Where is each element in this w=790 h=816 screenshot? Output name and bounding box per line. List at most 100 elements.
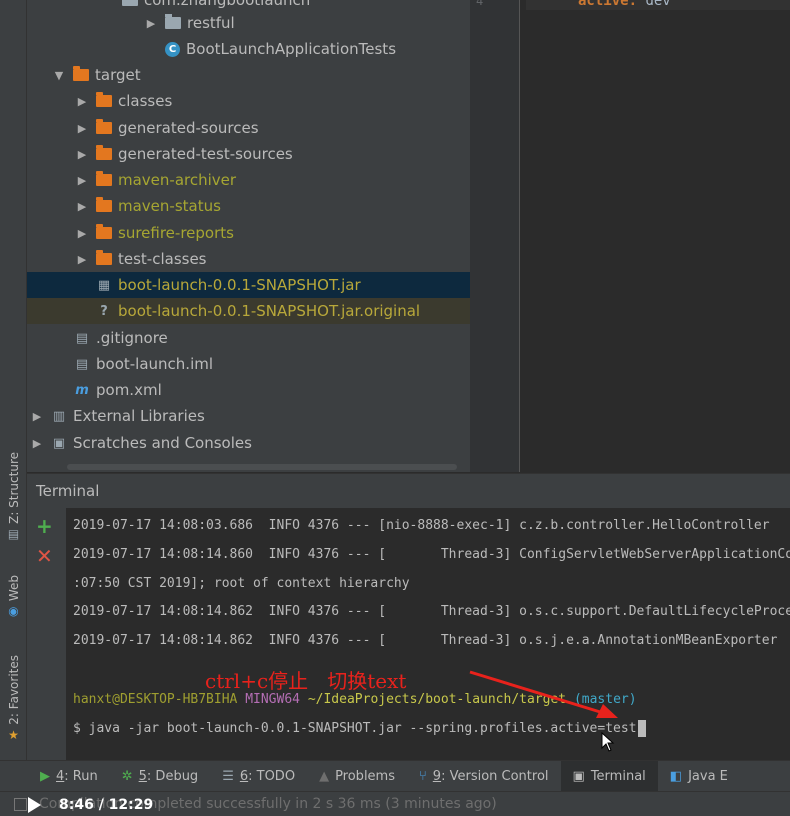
collapsed-arrow-icon[interactable]: ▶ <box>76 253 88 266</box>
bottom-tabs: ▶ 4: Run ✲ 5: Debug ☰ 6: TODO ▲ Problems ⑂ 9: Ver… <box>0 760 740 792</box>
tree-row-label: generated-sources <box>118 119 259 137</box>
tab-shortcut-number: 9 <box>432 768 442 784</box>
folder-icon <box>96 197 112 212</box>
tree-row[interactable]: ▶▤boot-launch.iml <box>27 351 470 377</box>
tree-row[interactable]: ▶▦boot-launch-0.0.1-SNAPSHOT.jar <box>27 272 470 298</box>
run-icon: ▶ <box>40 768 50 784</box>
tree-row-label: generated-test-sources <box>118 145 293 163</box>
collapsed-arrow-icon[interactable]: ▶ <box>76 200 88 213</box>
tree-row[interactable]: ▶ maven-archiver <box>27 167 470 193</box>
bottom-tab-label: : Version Control <box>441 768 549 784</box>
web-icon: ◉ <box>8 604 19 619</box>
tree-row[interactable]: ▶ restful <box>27 10 470 36</box>
vcs-icon: ⑂ <box>418 768 427 784</box>
line-number: 4 <box>476 0 484 8</box>
mouse-pointer-icon <box>601 732 615 752</box>
tree-row[interactable]: ▶ ▥ External Libraries <box>27 403 470 429</box>
tree-row[interactable]: ▶▤.gitignore <box>27 325 470 351</box>
structure-icon: ▤ <box>7 526 20 541</box>
yaml-key: active: <box>578 0 638 9</box>
tree-row-label: classes <box>118 92 173 110</box>
tree-row[interactable]: ▶ ▣ Scratches and Consoles <box>27 430 470 456</box>
jar-file-icon: ▦ <box>97 277 111 293</box>
tree-row[interactable]: ▶ surefire-reports <box>27 220 470 246</box>
folder-icon <box>96 224 112 239</box>
code-line: active: dev <box>578 0 671 9</box>
bottom-tool-bar: ▶ 4: Run ✲ 5: Debug ☰ 6: TODO ▲ Problems ⑂ 9: Ver… <box>0 760 790 792</box>
tree-row[interactable]: ▶ generated-sources <box>27 115 470 141</box>
bottom-tab[interactable]: ▲ Problems <box>307 761 407 792</box>
terminal-header: Terminal <box>27 473 790 508</box>
tab-shortcut-number: 4 <box>56 768 65 784</box>
structure-tool-tab[interactable]: Z: Structure ▤ <box>3 452 24 541</box>
tree-row[interactable]: ▶ test-classes <box>27 246 470 272</box>
collapsed-arrow-icon[interactable]: ▶ <box>31 410 43 423</box>
bottom-tab[interactable]: ⑂ 9: Version Control <box>407 761 561 792</box>
tree-row-label: pom.xml <box>96 381 162 399</box>
tree-row-label: test-classes <box>118 250 207 268</box>
collapsed-arrow-icon[interactable]: ▶ <box>76 95 88 108</box>
log-line: 2019-07-17 14:08:14.862 INFO 4376 --- [ … <box>73 604 790 619</box>
log-line: :07:50 CST 2019]; root of context hierar… <box>73 576 410 591</box>
bottom-tab[interactable]: ▣ Terminal <box>560 760 658 792</box>
close-session-icon[interactable]: ✕ <box>36 544 53 568</box>
bottom-tab[interactable]: ▶ 4: Run <box>28 761 110 792</box>
collapsed-arrow-icon[interactable]: ▶ <box>76 122 88 135</box>
folder-icon <box>73 66 89 81</box>
debug-icon: ✲ <box>121 768 133 784</box>
java-icon: ◧ <box>669 768 683 784</box>
tree-row-label: External Libraries <box>73 407 205 425</box>
star-icon: ★ <box>8 727 19 742</box>
tree-row[interactable]: ▶ maven-status <box>27 193 470 219</box>
unknown-file-icon: ? <box>100 303 108 319</box>
expanded-arrow-icon[interactable]: ▼ <box>53 69 65 82</box>
red-annotation-arrow <box>469 670 618 718</box>
bottom-tab[interactable]: ☰ 6: TODO <box>210 761 307 792</box>
maven-icon: m <box>75 382 89 398</box>
bottom-tab-label: : Run <box>64 768 98 784</box>
collapsed-arrow-icon[interactable]: ▶ <box>31 437 43 450</box>
red-annotation-text: ctrl+c停止 切换text <box>205 669 407 693</box>
tree-row-label: target <box>95 66 141 84</box>
bottom-tab[interactable]: ✲ 5: Debug <box>110 761 210 792</box>
web-tool-tab[interactable]: Web ◉ <box>3 575 24 618</box>
folder-icon <box>96 92 112 107</box>
class-icon: C <box>165 41 180 57</box>
prompt-shell: MINGW64 <box>245 692 300 707</box>
bottom-tab[interactable]: ◧ Java E <box>658 761 740 792</box>
video-time: 8:46 / 12:29 <box>59 797 154 813</box>
tree-row-label: boot-launch-0.0.1-SNAPSHOT.jar <box>118 276 361 294</box>
package-icon <box>165 14 181 29</box>
editor-gutter: 4 <box>470 0 520 472</box>
bottom-tab-label: Terminal <box>590 768 646 784</box>
status-checkbox[interactable] <box>14 797 27 811</box>
project-tree-panel: com.zhangbootlaunch ▶ restful ▶ C BootLaunch… <box>27 0 470 472</box>
text-cursor <box>637 720 646 737</box>
project-horizontal-scrollbar[interactable] <box>67 464 457 470</box>
terminal-icon: ▣ <box>572 768 585 784</box>
tree-row[interactable]: ▶mpom.xml <box>27 377 470 403</box>
collapsed-arrow-icon[interactable]: ▶ <box>76 227 88 240</box>
yaml-value: dev <box>637 0 671 9</box>
collapsed-arrow-icon[interactable]: ▶ <box>76 148 88 161</box>
tree-row-label: Scratches and Consoles <box>73 434 252 452</box>
tree-row-label: .gitignore <box>96 329 168 347</box>
play-icon[interactable] <box>28 797 41 813</box>
terminal-output[interactable]: 2019-07-17 14:08:03.686 INFO 4376 --- [n… <box>66 508 790 760</box>
tree-row[interactable]: ▶CBootLaunchApplicationTests <box>27 36 470 62</box>
tree-row-label: boot-launch-0.0.1-SNAPSHOT.jar.original <box>118 302 421 320</box>
tree-row[interactable]: ▶?boot-launch-0.0.1-SNAPSHOT.jar.origina… <box>27 298 470 324</box>
tree-row-label: surefire-reports <box>118 224 234 242</box>
tree-row[interactable]: ▶ generated-test-sources <box>27 141 470 167</box>
libraries-icon: ▥ <box>52 408 66 424</box>
left-tool-stripe: Z: Structure ▤ Web ◉ 2: Favorites ★ <box>0 0 27 760</box>
tree-row[interactable]: ▼ target <box>27 62 470 88</box>
collapsed-arrow-icon[interactable]: ▶ <box>145 17 157 30</box>
new-session-icon[interactable]: + <box>36 514 53 538</box>
structure-tab-label: Z: Structure <box>6 452 21 524</box>
module-file-icon: ▤ <box>75 356 89 372</box>
collapsed-arrow-icon[interactable]: ▶ <box>76 174 88 187</box>
tree-row[interactable]: ▶ classes <box>27 88 470 114</box>
favorites-tool-tab[interactable]: 2: Favorites ★ <box>3 655 24 742</box>
code-editor[interactable]: 4 active: dev <box>470 0 790 472</box>
